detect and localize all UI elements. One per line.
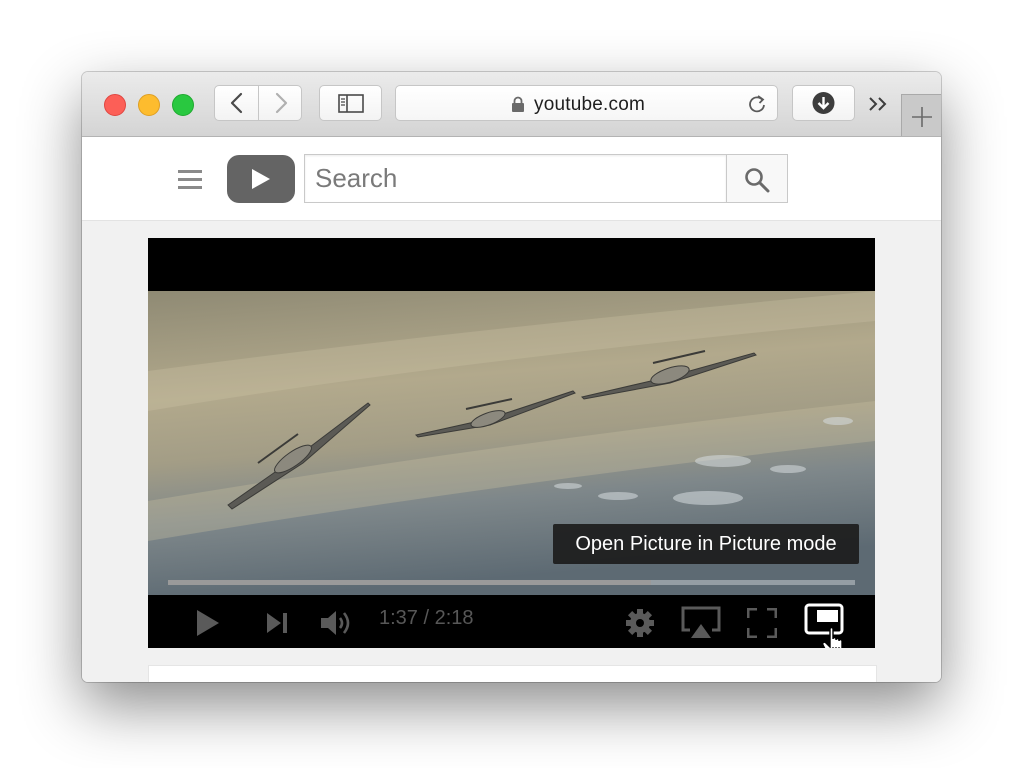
address-bar[interactable]: youtube.com: [395, 85, 778, 121]
search-input[interactable]: [305, 155, 726, 202]
fullscreen-icon[interactable]: [747, 608, 777, 638]
navigation-buttons: [214, 85, 302, 121]
back-button[interactable]: [215, 86, 258, 120]
skip-next-icon[interactable]: [266, 612, 288, 634]
video-player[interactable]: Open Picture in Picture mode 1:37 / 2:18: [148, 238, 875, 648]
progress-bar[interactable]: [168, 580, 855, 585]
close-window-button[interactable]: [104, 94, 126, 116]
new-tab-button[interactable]: [901, 94, 941, 136]
url-text: youtube.com: [534, 94, 645, 115]
plus-icon: [912, 107, 932, 127]
volume-icon[interactable]: [320, 609, 354, 637]
page-content: Open Picture in Picture mode 1:37 / 2:18: [82, 221, 941, 682]
minimize-window-button[interactable]: [138, 94, 160, 116]
downloads-button[interactable]: [792, 85, 855, 121]
chevron-left-icon: [230, 92, 243, 114]
sidebar-toggle-button[interactable]: [319, 85, 382, 121]
reload-icon[interactable]: [746, 93, 768, 115]
chevron-right-icon: [275, 92, 288, 114]
search-field[interactable]: [304, 154, 727, 203]
hamburger-icon[interactable]: [178, 170, 202, 189]
double-chevron-right-icon[interactable]: [867, 94, 891, 114]
video-info-card: [148, 665, 877, 682]
browser-window: youtube.com Search Open Picture in Pictu…: [82, 72, 941, 682]
sidebar-icon: [338, 94, 364, 113]
player-controls: 1:37 / 2:18: [148, 595, 875, 648]
lock-icon: [512, 96, 524, 112]
play-icon[interactable]: [196, 609, 220, 637]
gear-icon[interactable]: [625, 608, 655, 638]
progress-played: [168, 580, 651, 585]
youtube-logo[interactable]: [227, 155, 295, 203]
youtube-play-logo: [252, 169, 270, 189]
download-icon: [812, 92, 835, 114]
hand-pointer-cursor: [822, 627, 843, 648]
search-button[interactable]: [726, 154, 788, 203]
forward-button[interactable]: [259, 86, 302, 120]
youtube-header: [82, 137, 941, 221]
zoom-window-button[interactable]: [172, 94, 194, 116]
airplay-icon[interactable]: [681, 606, 721, 640]
browser-toolbar: youtube.com: [82, 72, 941, 137]
pip-tooltip: Open Picture in Picture mode: [553, 524, 859, 564]
time-display: 1:37 / 2:18: [379, 607, 474, 629]
search-icon: [745, 168, 770, 193]
